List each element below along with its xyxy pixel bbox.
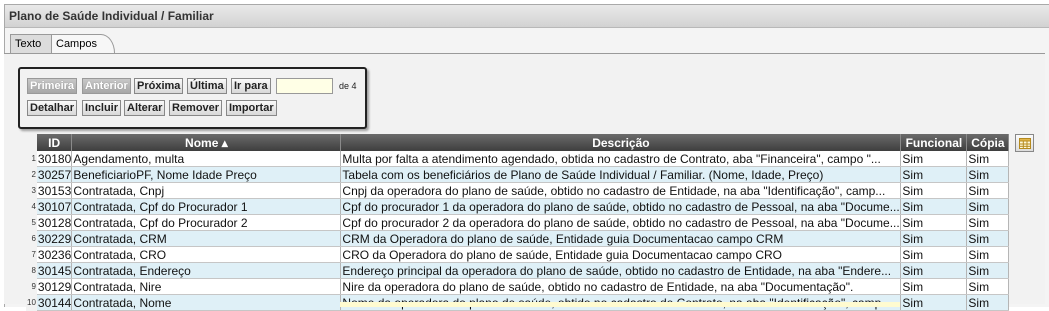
table-row[interactable]: 2 30257 BeneficiarioPF, Nome Idade Preço Ta…: [26, 166, 1010, 183]
row-number-header: [26, 134, 37, 151]
cell-name: Contratada, Cnpj: [71, 182, 342, 199]
next-row-hint: [340, 302, 900, 307]
cell-functional: Sim: [900, 262, 968, 279]
cell-functional: Sim: [900, 294, 968, 311]
row-number: 9: [26, 278, 37, 295]
cell-functional: Sim: [900, 182, 968, 199]
cell-description: CRM da Operadora do plano de saúde, Enti…: [340, 230, 902, 247]
goto-page-button[interactable]: Ir para: [231, 78, 271, 94]
cell-copy: Sim: [966, 198, 1010, 215]
cell-id: 30129: [36, 278, 73, 295]
cell-name: Contratada, Cpf do Procurador 1: [71, 198, 342, 215]
cell-copy: Sim: [966, 166, 1010, 183]
last-page-button[interactable]: Última: [187, 78, 227, 94]
table-row[interactable]: 1 30180 Agendamento, multa Multa por falta …: [26, 151, 1010, 167]
cell-functional: Sim: [900, 198, 968, 215]
cell-copy: Sim: [966, 262, 1010, 279]
cell-name: Contratada, CRO: [71, 246, 342, 263]
cell-id: 30257: [36, 166, 73, 183]
cell-id: 30153: [36, 182, 73, 199]
cell-copy: Sim: [966, 182, 1010, 199]
remove-button[interactable]: Remover: [169, 100, 223, 116]
column-header-description[interactable]: Descrição: [340, 134, 902, 151]
cell-id: 30144: [36, 294, 73, 311]
tab-campos[interactable]: Campos: [51, 34, 115, 53]
cell-name: Contratada, Nire: [71, 278, 342, 295]
cell-copy: Sim: [966, 278, 1010, 295]
table-header-row: ID Nome ▴ Descrição Funcional Cópia: [26, 134, 1010, 151]
fields-table: ID Nome ▴ Descrição Funcional Cópia 1 301…: [26, 134, 1010, 311]
table-row[interactable]: 9 30129 Contratada, Nire Nire da operadora …: [26, 278, 1010, 295]
cell-description: CRO da Operadora do plano de saúde, Enti…: [340, 246, 902, 263]
table-row[interactable]: 7 30236 Contratada, CRO CRO da Operadora do…: [26, 246, 1010, 263]
import-button[interactable]: Importar: [226, 100, 277, 116]
cell-functional: Sim: [900, 214, 968, 231]
row-number: 7: [26, 246, 37, 263]
cell-id: 30107: [36, 198, 73, 215]
previous-page-button[interactable]: Anterior: [82, 78, 131, 94]
table-row[interactable]: 6 30229 Contratada, CRM CRM da Operadora do…: [26, 230, 1010, 247]
next-page-button[interactable]: Próxima: [134, 78, 184, 94]
edit-button[interactable]: Alterar: [124, 100, 166, 116]
table-row[interactable]: 5 30128 Contratada, Cpf do Procurador 2 Cpf…: [26, 214, 1010, 231]
panel-title: Plano de Saúde Individual / Familiar: [5, 5, 1049, 28]
table-row[interactable]: 3 30153 Contratada, Cnpj Cnpj da operadora …: [26, 182, 1010, 199]
cell-description: Tabela com os beneficiários de Plano de …: [340, 166, 902, 183]
cell-copy: Sim: [966, 214, 1010, 231]
cell-id: 30145: [36, 262, 73, 279]
cell-name: Contratada, Nome: [71, 294, 342, 311]
cell-description: Nire da operadora do plano de saúde, obt…: [340, 278, 902, 295]
row-number: 2: [26, 166, 37, 183]
column-header-name[interactable]: Nome ▴: [71, 134, 342, 151]
cell-name: Contratada, CRM: [71, 230, 342, 247]
cell-functional: Sim: [900, 278, 968, 295]
cell-functional: Sim: [900, 246, 968, 263]
table-columns-icon: [1019, 138, 1031, 149]
cell-description: Multa por falta a atendimento agendado, …: [340, 151, 902, 167]
row-number: 3: [26, 182, 37, 199]
row-number: 10: [26, 294, 37, 311]
cell-name: BeneficiarioPF, Nome Idade Preço: [71, 166, 342, 183]
column-chooser-button[interactable]: [1015, 134, 1034, 152]
navigation-toolbar: Primeira Anterior Próxima Última Ir para…: [18, 67, 367, 129]
cell-name: Contratada, Cpf do Procurador 2: [71, 214, 342, 231]
cell-description: Cpf do procurador 2 da operadora do plan…: [340, 214, 902, 231]
cell-id: 30229: [36, 230, 73, 247]
row-number: 5: [26, 214, 37, 231]
cell-functional: Sim: [900, 151, 968, 167]
cell-id: 30180: [36, 151, 73, 167]
cell-name: Agendamento, multa: [71, 151, 342, 167]
row-number: 4: [26, 198, 37, 215]
row-number: 1: [26, 151, 37, 167]
cell-name: Contratada, Endereço: [71, 262, 342, 279]
tab-texto[interactable]: Texto: [10, 34, 53, 53]
cell-copy: Sim: [966, 230, 1010, 247]
cell-id: 30128: [36, 214, 73, 231]
include-button[interactable]: Incluir: [82, 100, 122, 116]
cell-functional: Sim: [900, 230, 968, 247]
detail-button[interactable]: Detalhar: [27, 100, 78, 116]
table-row[interactable]: 4 30107 Contratada, Cpf do Procurador 1 Cpf…: [26, 198, 1010, 215]
column-header-id[interactable]: ID: [36, 134, 73, 151]
cell-description: Cpf do procurador 1 da operadora do plan…: [340, 198, 902, 215]
first-page-button[interactable]: Primeira: [27, 78, 78, 94]
cell-description: Cnpj da operadora do plano de saúde, obt…: [340, 182, 902, 199]
page-number-input[interactable]: [276, 78, 333, 94]
cell-functional: Sim: [900, 166, 968, 183]
table-row[interactable]: 8 30145 Contratada, Endereço Endereço princ…: [26, 262, 1010, 279]
cell-copy: Sim: [966, 246, 1010, 263]
cell-copy: Sim: [966, 151, 1010, 167]
cell-description: Endereço principal da operadora do plano…: [340, 262, 902, 279]
row-number: 6: [26, 230, 37, 247]
row-number: 8: [26, 262, 37, 279]
column-header-functional[interactable]: Funcional: [900, 134, 968, 151]
cell-id: 30236: [36, 246, 73, 263]
column-header-copy[interactable]: Cópia: [966, 134, 1010, 151]
cell-copy: Sim: [966, 294, 1010, 311]
page-count-label: de 4: [339, 81, 357, 91]
